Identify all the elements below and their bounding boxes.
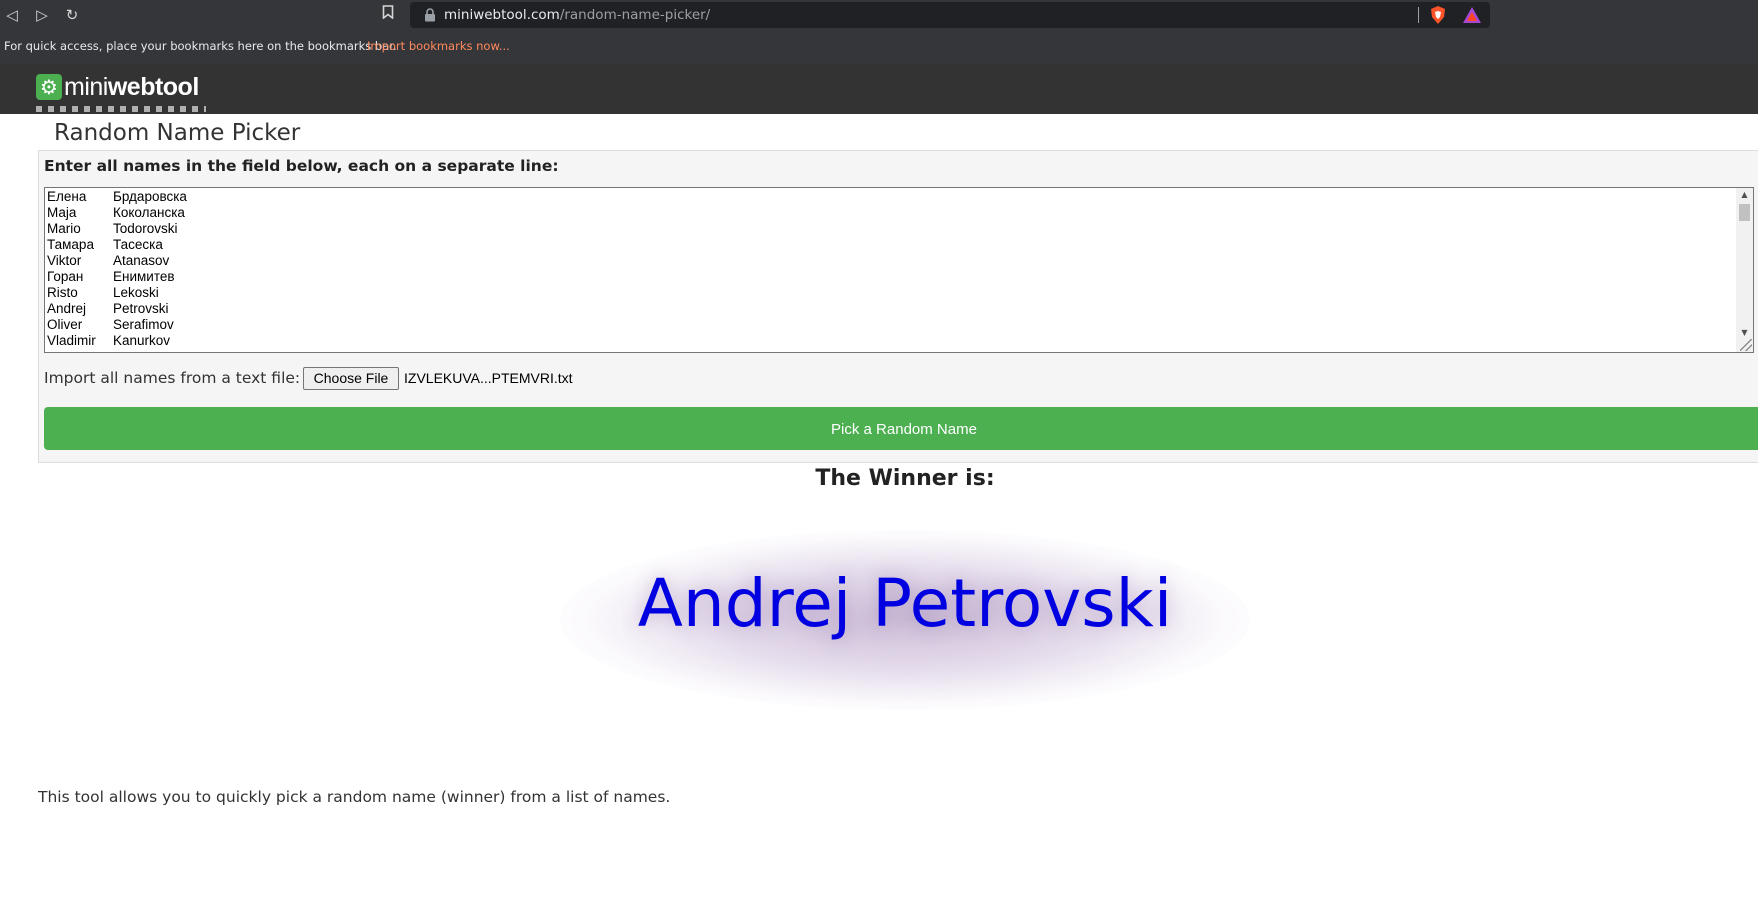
choose-file-button[interactable]: Choose File <box>303 367 399 390</box>
winner-heading: The Winner is: <box>815 466 995 491</box>
name-last: Atanasov <box>113 253 170 268</box>
address-bar[interactable]: miniwebtool.com/random-name-picker/ <box>410 2 1490 28</box>
url-text: miniwebtool.com/random-name-picker/ <box>444 6 710 24</box>
logo-text-mini: mini <box>64 72 108 101</box>
bookmark-icon[interactable] <box>378 5 398 25</box>
import-bookmarks-link[interactable]: Import bookmarks now... <box>367 39 510 53</box>
page-title: Random Name Picker <box>54 120 301 146</box>
url-path: /random-name-picker/ <box>559 7 711 23</box>
name-last: Брдаровска <box>113 189 187 204</box>
name-first: Mario <box>47 221 81 236</box>
lock-icon <box>425 8 435 22</box>
name-row: Vladimir Kanurkov <box>47 333 187 349</box>
selected-file-name: IZVLEKUVA...PTEMVRI.txt <box>404 370 573 386</box>
name-first: Viktor <box>47 253 82 268</box>
name-list: Елена Брдаровска Маја Коколанска Mario Todoro… <box>47 189 187 349</box>
name-last: Тасеска <box>113 237 163 252</box>
import-file-label: Import all names from a text file: <box>44 369 301 387</box>
bookmarks-bar: For quick access, place your bookmarks h… <box>0 30 1758 64</box>
name-row: Тамара Тасеска <box>47 237 187 253</box>
forward-icon[interactable]: ▷ <box>32 5 52 25</box>
url-domain: miniwebtool.com <box>444 7 560 23</box>
scroll-up-icon[interactable]: ▲ <box>1736 188 1753 202</box>
name-row: Маја Коколанска <box>47 205 187 221</box>
name-row: Risto Lekoski <box>47 285 187 301</box>
name-row: Mario Todorovski <box>47 221 187 237</box>
name-first: Risto <box>47 285 78 300</box>
name-first: Vladimir <box>47 333 96 348</box>
textarea-scrollbar[interactable]: ▲ ▼ <box>1736 188 1753 352</box>
logo-text-webtool: webtool <box>107 72 199 101</box>
scroll-thumb[interactable] <box>1739 204 1750 221</box>
name-first: Тамара <box>47 237 94 252</box>
name-last: Serafimov <box>113 317 174 332</box>
name-first: Горан <box>47 269 84 284</box>
name-last: Коколанска <box>113 205 185 220</box>
browser-toolbar: ◁ ▷ ↻ miniwebtool.com/random-name-picker… <box>0 0 1758 30</box>
brave-rewards-icon[interactable] <box>1462 5 1482 25</box>
logo-tagline-cutoff <box>36 106 206 112</box>
bookmarks-bar-hint: For quick access, place your bookmarks h… <box>4 39 397 53</box>
resize-grip-icon[interactable] <box>1740 339 1752 351</box>
brave-shield-icon[interactable] <box>1428 5 1448 25</box>
name-last: Kanurkov <box>113 333 171 348</box>
name-last: Petrovski <box>113 301 169 316</box>
name-first: Oliver <box>47 317 83 332</box>
name-row: Елена Брдаровска <box>47 189 187 205</box>
name-picker-form: Enter all names in the field below, each… <box>38 150 1758 463</box>
name-first: Маја <box>47 205 77 220</box>
address-divider <box>1418 7 1419 23</box>
names-field-label: Enter all names in the field below, each… <box>44 157 559 175</box>
name-row: Andrej Petrovski <box>47 301 187 317</box>
tool-description: This tool allows you to quickly pick a r… <box>38 788 671 806</box>
name-row: Горан Енимитев <box>47 269 187 285</box>
name-row: Oliver Serafimov <box>47 317 187 333</box>
name-last: Енимитев <box>113 269 175 284</box>
name-first: Елена <box>47 189 87 204</box>
winner-name: Andrej Petrovski <box>637 565 1173 642</box>
pick-random-name-button[interactable]: Pick a Random Name <box>44 407 1758 450</box>
gear-icon: ⚙ <box>36 74 62 100</box>
scroll-down-icon[interactable]: ▼ <box>1736 326 1753 340</box>
site-logo[interactable]: ⚙ mini webtool <box>36 72 199 102</box>
name-last: Lekoski <box>113 285 159 300</box>
site-header: ⚙ mini webtool <box>0 64 1758 114</box>
name-last: Todorovski <box>113 221 178 236</box>
names-textarea[interactable]: Елена Брдаровска Маја Коколанска Mario Todoro… <box>44 187 1754 353</box>
name-first: Andrej <box>47 301 87 316</box>
reload-icon[interactable]: ↻ <box>62 5 82 25</box>
back-icon[interactable]: ◁ <box>2 5 22 25</box>
name-row: Viktor Atanasov <box>47 253 187 269</box>
